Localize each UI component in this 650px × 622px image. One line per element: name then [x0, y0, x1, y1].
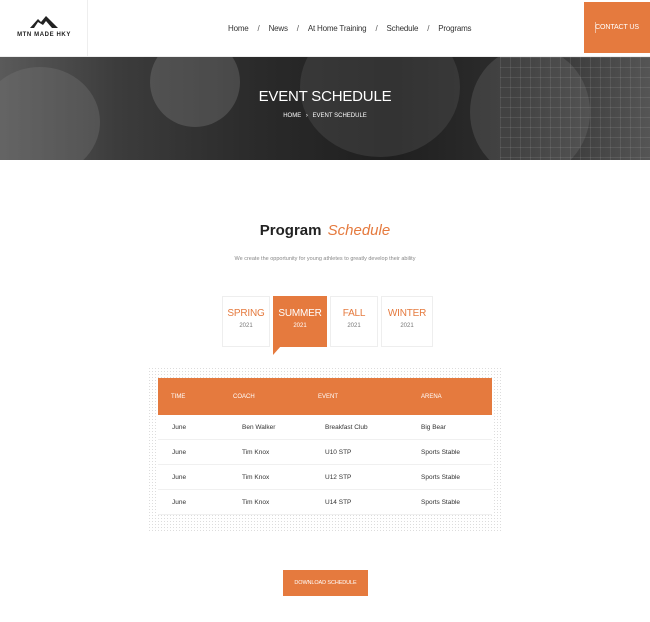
tab-season-label: FALL: [342, 308, 366, 319]
nav-at-home-training[interactable]: At Home Training: [308, 24, 367, 33]
download-schedule-button[interactable]: DOWNLOAD SCHEDULE: [283, 570, 368, 596]
page-title: EVENT SCHEDULE: [258, 88, 392, 105]
tab-year-label: 2021: [347, 323, 361, 329]
cell-time: June: [172, 423, 187, 431]
cell-event: U10 STP: [325, 448, 352, 456]
hero-banner: EVENT SCHEDULE HOME › EVENT SCHEDULE: [0, 57, 650, 160]
nav-news[interactable]: News: [269, 24, 288, 33]
table-header: TIME COACH EVENT ARENA: [158, 378, 492, 415]
cell-coach: Tim Knox: [242, 473, 270, 481]
chevron-right-icon: ›: [305, 113, 308, 119]
cell-time: June: [172, 448, 187, 456]
tab-season-label: SPRING: [227, 308, 265, 319]
cell-event: Breakfast Club: [325, 423, 368, 431]
site-header: MTN MADE HKY Home / News / At Home Train…: [0, 0, 650, 57]
cell-arena: Sports Stable: [421, 498, 461, 506]
contact-us-button[interactable]: CONTACT US: [584, 2, 650, 53]
nav-programs[interactable]: Programs: [438, 24, 471, 33]
cell-coach: Tim Knox: [242, 498, 270, 506]
nav-home[interactable]: Home: [228, 24, 249, 33]
cell-coach: Ben Walker: [242, 423, 276, 431]
hero-net-pattern: [500, 57, 650, 160]
breadcrumb-current: EVENT SCHEDULE: [312, 113, 367, 119]
section-title: Program Schedule: [0, 222, 650, 239]
cell-event: U12 STP: [325, 473, 352, 481]
cell-time: June: [172, 473, 187, 481]
hero-photo-shape: [300, 57, 460, 157]
tab-year-label: 2021: [293, 323, 307, 329]
contact-us-label: CONTACT US: [595, 24, 639, 31]
nav-separator: /: [296, 23, 299, 33]
table-row: June Tim Knox U10 STP Sports Stable: [158, 440, 492, 465]
nav-schedule[interactable]: Schedule: [386, 24, 418, 33]
cell-event: U14 STP: [325, 498, 352, 506]
tab-season-label: SUMMER: [278, 308, 322, 319]
logo-text: MTN MADE HKY: [17, 32, 71, 38]
section-title-main: Program: [259, 222, 322, 239]
column-header-event: EVENT: [318, 393, 339, 400]
tab-winter[interactable]: WINTER 2021: [381, 296, 433, 347]
cell-time: June: [172, 498, 187, 506]
table-row: June Ben Walker Breakfast Club Big Bear: [158, 415, 492, 440]
column-header-arena: ARENA: [421, 393, 442, 400]
contact-divider: [595, 22, 596, 33]
column-header-time: TIME: [171, 393, 186, 400]
section-title-accent: Schedule: [327, 222, 391, 239]
nav-separator: /: [257, 23, 260, 33]
section-subtitle: We create the opportunity for young athl…: [234, 256, 416, 262]
main-nav: Home / News / At Home Training / Schedul…: [228, 21, 472, 35]
breadcrumb-home[interactable]: HOME: [283, 113, 301, 119]
tab-year-label: 2021: [400, 323, 414, 329]
season-tabs: SPRING 2021 SUMMER 2021 FALL 2021 WINTER…: [222, 296, 436, 355]
cell-coach: Tim Knox: [242, 448, 270, 456]
tab-season-label: WINTER: [387, 308, 427, 319]
column-header-coach: COACH: [233, 393, 255, 400]
mountain-icon: [30, 16, 58, 28]
table-row: June Tim Knox U12 STP Sports Stable: [158, 465, 492, 490]
nav-separator: /: [375, 23, 378, 33]
breadcrumb: HOME › EVENT SCHEDULE: [0, 113, 650, 119]
cell-arena: Sports Stable: [421, 448, 461, 456]
cell-arena: Sports Stable: [421, 473, 461, 481]
cell-arena: Big Bear: [421, 423, 446, 431]
schedule-table-backdrop: TIME COACH EVENT ARENA June Ben Walker B…: [148, 367, 502, 531]
tab-fall[interactable]: FALL 2021: [330, 296, 378, 347]
tab-spring[interactable]: SPRING 2021: [222, 296, 270, 347]
schedule-table: TIME COACH EVENT ARENA June Ben Walker B…: [158, 378, 492, 515]
tab-summer[interactable]: SUMMER 2021: [273, 296, 327, 355]
nav-separator: /: [427, 23, 430, 33]
table-row: June Tim Knox U14 STP Sports Stable: [158, 490, 492, 515]
brand-logo[interactable]: MTN MADE HKY: [0, 0, 88, 57]
tab-year-label: 2021: [239, 323, 253, 329]
